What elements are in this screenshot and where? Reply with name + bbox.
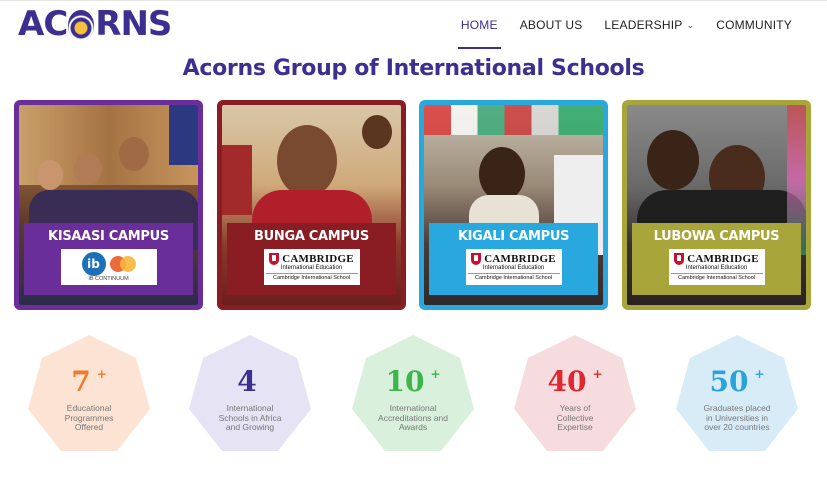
stat-graduates: 50 + Graduates placed in Universities in …	[674, 333, 800, 459]
nav-leadership-label: LEADERSHIP	[604, 18, 683, 32]
cambridge-logo: CAMBRIDGE International Education Cambri…	[668, 249, 765, 285]
page-title: Acorns Group of International Schools	[182, 56, 645, 81]
stat-value: 10 +	[385, 365, 441, 398]
cambridge-shield-icon	[674, 253, 685, 265]
cambridge-shield-icon	[471, 253, 482, 265]
stat-value: 40 +	[547, 365, 603, 398]
nav-community-label: COMMUNITY	[716, 18, 792, 32]
campus-card-lubowa[interactable]: LUBOWA CAMPUS CAMBRIDGE International Ed…	[622, 100, 811, 310]
stat-programmes: 7 + Educational Programmes Offered	[26, 333, 152, 459]
cambridge-word: CAMBRIDGE	[484, 253, 556, 265]
campus-name: KISAASI CAMPUS	[48, 229, 169, 244]
stat-label: Years of Collective Expertise	[556, 403, 594, 432]
cambridge-logo: CAMBRIDGE International Education Cambri…	[465, 249, 562, 285]
cambridge-logo: CAMBRIDGE International Education Cambri…	[263, 249, 360, 285]
cambridge-shield-icon	[269, 253, 280, 265]
stat-label: International Accreditations and Awards	[378, 403, 448, 432]
acorn-emblem-icon	[68, 10, 95, 40]
cambridge-sub: International Education	[280, 265, 343, 271]
campus-card-bunga[interactable]: BUNGA CAMPUS CAMBRIDGE International Edu…	[217, 100, 406, 310]
stat-value: 50 +	[709, 365, 765, 398]
campus-badge: LUBOWA CAMPUS CAMBRIDGE International Ed…	[632, 223, 801, 295]
stat-accreditations: 10 + International Accreditations and Awa…	[350, 333, 476, 459]
nav-home[interactable]: HOME	[450, 1, 509, 49]
nav-about-us[interactable]: ABOUT US	[509, 1, 594, 49]
nav-home-label: HOME	[460, 18, 498, 32]
cambridge-sub: International Education	[482, 265, 545, 271]
stat-value: 7 +	[71, 365, 107, 398]
top-nav: AC RNS HOME ABOUT US LEADERSHIP ⌄ COMMUNI…	[0, 0, 827, 49]
mastercard-icon	[109, 256, 136, 272]
campus-name: KIGALI CAMPUS	[457, 229, 570, 244]
campus-badge: KISAASI CAMPUS ib IB CONTINUUM	[24, 223, 193, 295]
stat-label: Graduates placed in Universities in over…	[703, 403, 771, 432]
acorns-logo[interactable]: AC RNS	[18, 4, 172, 44]
cambridge-foot: Cambridge International School	[265, 273, 358, 281]
ib-icon: ib	[81, 252, 106, 276]
campus-name: LUBOWA CAMPUS	[653, 229, 780, 244]
stat-value: 4	[237, 365, 257, 398]
campus-card-kisaasi[interactable]: KISAASI CAMPUS ib IB CONTINUUM	[14, 100, 203, 310]
chevron-down-icon: ⌄	[686, 19, 695, 30]
campus-badge: BUNGA CAMPUS CAMBRIDGE International Edu…	[227, 223, 396, 295]
ib-logo: ib IB CONTINUUM	[60, 249, 157, 285]
cambridge-foot: Cambridge International School	[467, 273, 560, 281]
cambridge-sub: International Education	[685, 265, 748, 271]
campus-name: BUNGA CAMPUS	[254, 229, 369, 244]
logo-text-right: RNS	[95, 4, 172, 44]
nav-about-us-label: ABOUT US	[519, 18, 583, 32]
stat-schools: 4 International Schools in Africa and Gr…	[187, 333, 313, 459]
logo-text-left: AC	[18, 4, 68, 44]
ib-continuum-text: IB CONTINUUM	[88, 276, 129, 282]
stat-label: Educational Programmes Offered	[64, 403, 114, 432]
campus-badge: KIGALI CAMPUS CAMBRIDGE International Ed…	[429, 223, 598, 295]
nav-leadership[interactable]: LEADERSHIP ⌄	[593, 1, 705, 49]
cambridge-foot: Cambridge International School	[670, 273, 763, 281]
cambridge-word: CAMBRIDGE	[687, 253, 759, 265]
nav-community[interactable]: COMMUNITY	[705, 1, 803, 49]
stat-label: International Schools in Africa and Grow…	[218, 403, 282, 432]
campus-card-kigali[interactable]: KIGALI CAMPUS CAMBRIDGE International Ed…	[419, 100, 608, 310]
cambridge-word: CAMBRIDGE	[282, 253, 354, 265]
stat-expertise: 40 + Years of Collective Expertise	[512, 333, 638, 459]
main-menu: HOME ABOUT US LEADERSHIP ⌄ COMMUNITY	[450, 1, 803, 49]
